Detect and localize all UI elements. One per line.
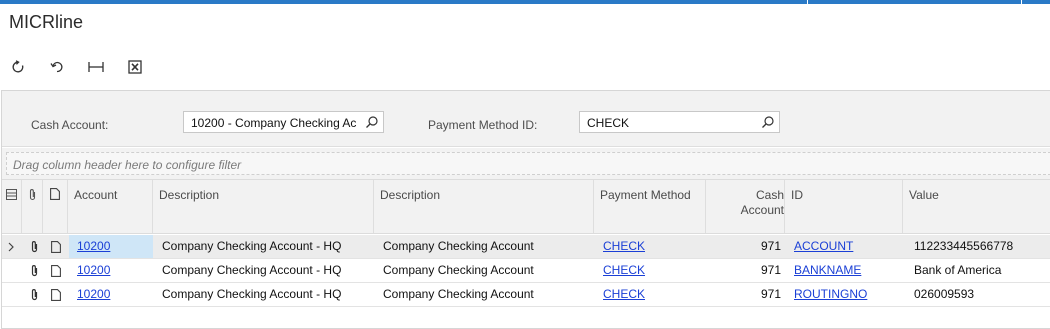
cell-value: 112233445566778: [914, 239, 1014, 253]
paperclip-icon: [28, 188, 37, 204]
column-header-value-label: Value: [909, 188, 939, 202]
row-selector-chevron-icon: [5, 235, 17, 258]
grid-header: Account Description Description Payment …: [2, 179, 1050, 234]
cell-payment-method-link[interactable]: CHECK: [603, 259, 703, 282]
top-accent-bar: [0, 0, 1050, 4]
column-header-cash-account-line2: Account: [740, 203, 784, 217]
table-row[interactable]: 10200 Company Checking Account - HQ Comp…: [2, 259, 1050, 283]
column-header-cash-account-line1: Cash: [755, 188, 784, 202]
cell-account-link[interactable]: 10200: [69, 283, 153, 306]
cash-account-label: Cash Account:: [31, 118, 109, 132]
selection-form: Cash Account: 10200 - Company Checking A…: [2, 91, 1050, 147]
column-header-value[interactable]: Value: [903, 180, 1050, 233]
filter-placeholder: Drag column header here to configure fil…: [13, 158, 242, 172]
export-excel-icon: [128, 60, 142, 74]
table-row[interactable]: 10200 Company Checking Account - HQ Comp…: [2, 235, 1050, 259]
cell-description: Company Checking Account - HQ: [162, 263, 342, 277]
cell-id-link[interactable]: ROUTINGNO: [794, 283, 899, 306]
search-icon[interactable]: [761, 115, 775, 132]
column-header-cash-account[interactable]: Cash Account: [706, 180, 785, 233]
cell-cash-account: 971: [760, 239, 781, 253]
search-icon[interactable]: [365, 115, 379, 132]
payment-method-value: CHECK: [587, 116, 630, 130]
cell-payment-method-link[interactable]: CHECK: [603, 235, 703, 258]
cash-account-selector[interactable]: 10200 - Company Checking Ac: [183, 111, 384, 133]
paperclip-icon[interactable]: [28, 235, 40, 258]
filter-bar: Drag column header here to configure fil…: [2, 148, 1050, 179]
top-bar-divider: [1021, 0, 1022, 4]
column-header-account[interactable]: Account: [68, 180, 153, 233]
fit-to-screen-icon: [88, 62, 104, 72]
column-header-description[interactable]: Description: [153, 180, 374, 233]
column-header-id-label: ID: [791, 188, 803, 202]
cell-cash-account: 971: [760, 287, 781, 301]
cell-value: Bank of America: [914, 263, 1002, 277]
column-header-description-2[interactable]: Description: [374, 180, 594, 233]
column-header-id[interactable]: ID: [785, 180, 903, 233]
cell-cash-account: 971: [760, 263, 781, 277]
cell-value: 026009593: [914, 287, 975, 301]
payment-method-label: Payment Method ID:: [428, 118, 538, 132]
cell-description: Company Checking Account - HQ: [162, 287, 342, 301]
attachments-header[interactable]: [22, 180, 43, 233]
notes-header[interactable]: [43, 180, 68, 233]
toolbar: [10, 56, 166, 78]
refresh-button[interactable]: [10, 58, 26, 76]
cell-description-2: Company Checking Account: [383, 263, 534, 277]
cell-account-link[interactable]: 10200: [69, 235, 153, 258]
column-settings-header[interactable]: [2, 180, 22, 233]
note-icon[interactable]: [50, 283, 62, 306]
grid-settings-icon: [6, 189, 17, 203]
export-excel-button[interactable]: [127, 58, 143, 76]
paperclip-icon[interactable]: [28, 259, 40, 282]
fit-to-screen-button[interactable]: [88, 58, 104, 76]
cell-description-2: Company Checking Account: [383, 239, 534, 253]
main-panel: Cash Account: 10200 - Company Checking A…: [1, 90, 1050, 329]
column-header-description-label: Description: [159, 188, 220, 202]
filter-drop-zone[interactable]: Drag column header here to configure fil…: [6, 152, 1050, 175]
column-header-description-2-label: Description: [380, 188, 441, 202]
undo-icon: [50, 61, 63, 73]
cell-description-2: Company Checking Account: [383, 287, 534, 301]
refresh-icon: [12, 60, 24, 73]
cell-account-link[interactable]: 10200: [69, 259, 153, 282]
note-icon: [50, 188, 60, 203]
cell-description: Company Checking Account - HQ: [162, 239, 342, 253]
note-icon[interactable]: [50, 235, 62, 258]
payment-method-selector[interactable]: CHECK: [579, 111, 780, 133]
cell-payment-method-link[interactable]: CHECK: [603, 283, 703, 306]
note-icon[interactable]: [50, 259, 62, 282]
column-header-payment-method-label: Payment Method: [600, 188, 691, 202]
top-bar-divider: [807, 0, 808, 4]
cash-account-value: 10200 - Company Checking Ac: [191, 116, 357, 130]
undo-button[interactable]: [49, 58, 65, 76]
page-title: MICRline: [9, 12, 84, 32]
cell-id-link[interactable]: BANKNAME: [794, 259, 899, 282]
column-header-payment-method[interactable]: Payment Method: [594, 180, 706, 233]
column-header-account-label: Account: [74, 188, 118, 202]
table-row[interactable]: 10200 Company Checking Account - HQ Comp…: [2, 283, 1050, 307]
paperclip-icon[interactable]: [28, 283, 40, 306]
cell-id-link[interactable]: ACCOUNT: [794, 235, 899, 258]
